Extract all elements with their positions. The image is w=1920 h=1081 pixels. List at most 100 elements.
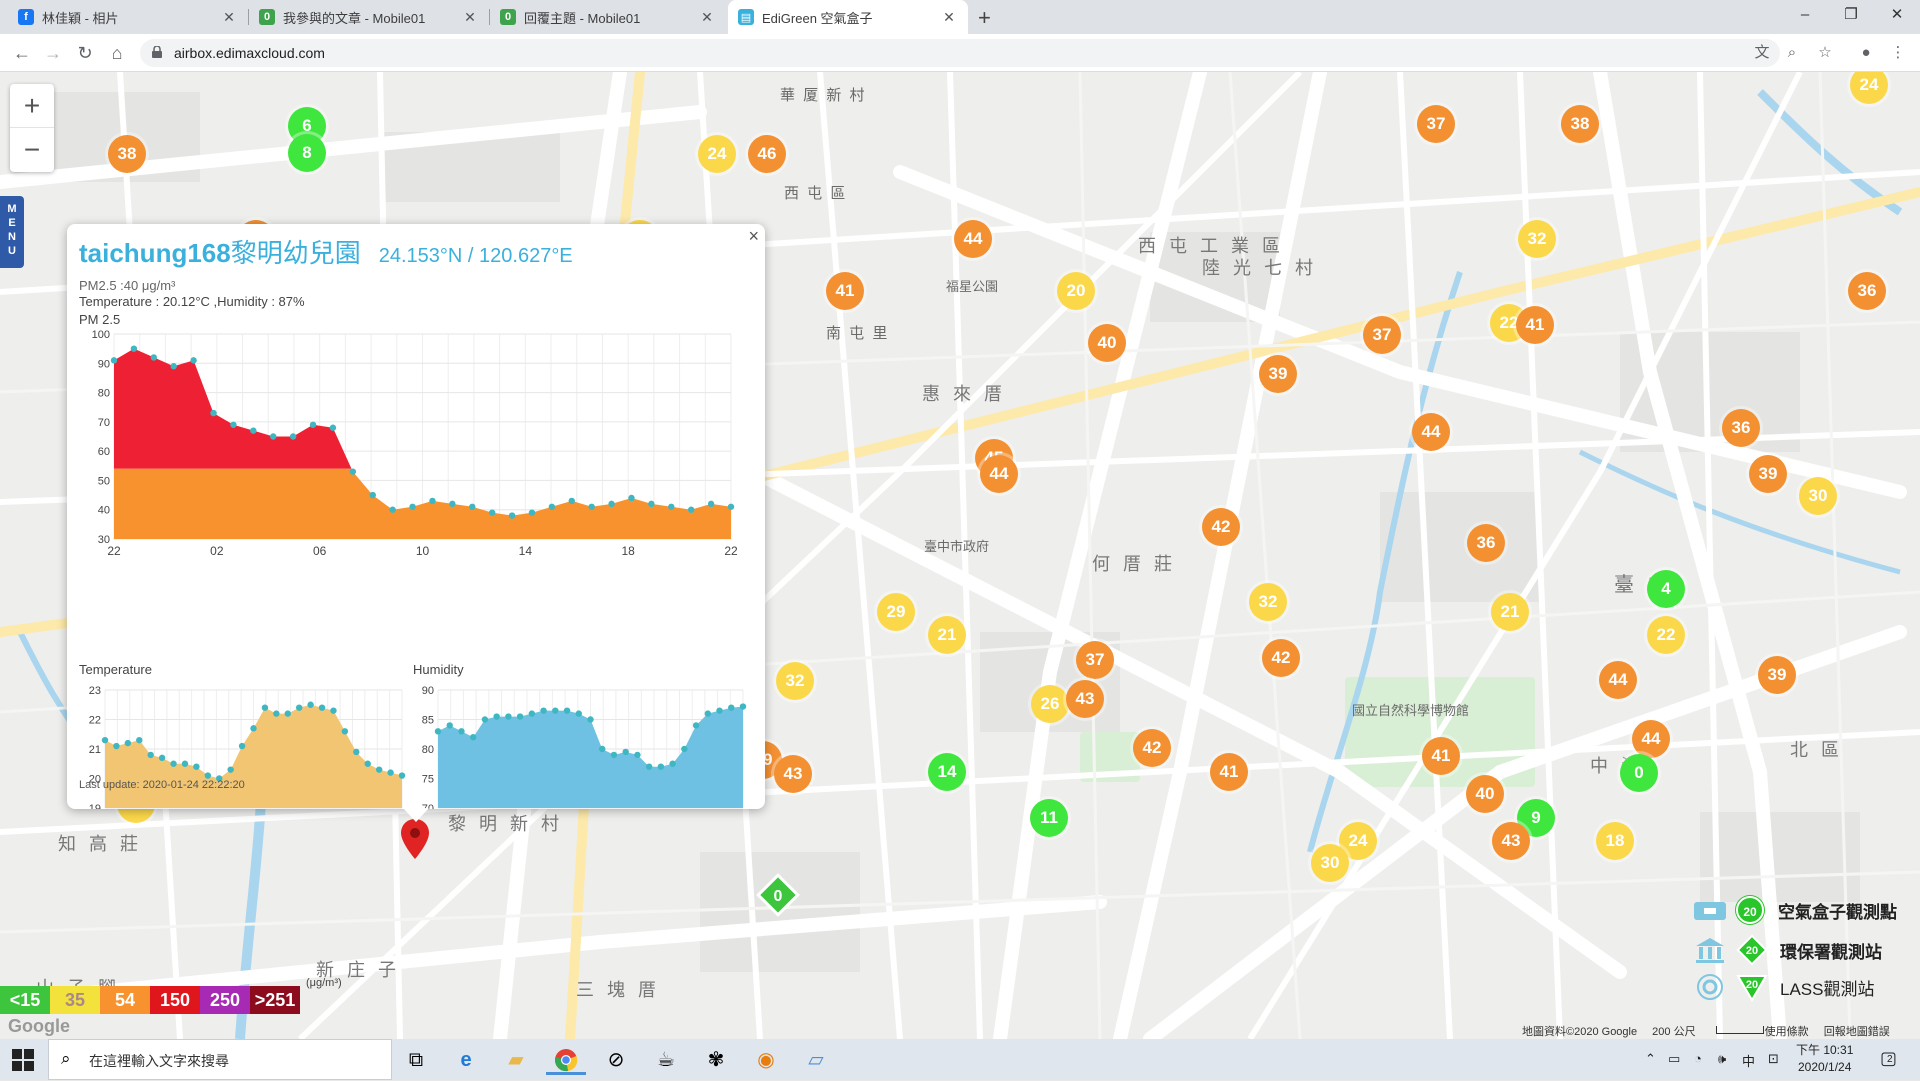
station-marker[interactable]: 42: [1133, 729, 1171, 767]
station-marker[interactable]: 41: [1516, 306, 1554, 344]
task-view-icon[interactable]: ⧉: [396, 1045, 436, 1075]
wifi-icon[interactable]: ◔: [1694, 1051, 1702, 1066]
station-marker[interactable]: 39: [1758, 656, 1796, 694]
tab-facebook[interactable]: f 林佳穎 - 相片 ✕: [8, 0, 248, 34]
battery-icon[interactable]: ▭: [1668, 1051, 1680, 1067]
station-marker[interactable]: 37: [1076, 641, 1114, 679]
station-marker[interactable]: 43: [1492, 822, 1530, 860]
station-marker[interactable]: 44: [1599, 661, 1637, 699]
zoom-out-button[interactable]: −: [10, 128, 54, 172]
minimize-button[interactable]: –: [1782, 2, 1828, 28]
station-marker[interactable]: 42: [1262, 639, 1300, 677]
station-marker[interactable]: 32: [1249, 583, 1287, 621]
close-tab-icon[interactable]: ✕: [220, 9, 238, 26]
close-tab-icon[interactable]: ✕: [461, 9, 479, 26]
tray-chevron-icon[interactable]: ⌃: [1645, 1051, 1656, 1067]
app-icon[interactable]: ☕: [646, 1045, 686, 1075]
system-clock[interactable]: 下午 10:31 2020/1/24: [1796, 1042, 1853, 1076]
zoom-in-button[interactable]: +: [10, 84, 54, 128]
forward-button[interactable]: →: [40, 41, 66, 65]
translate-icon[interactable]: 文: [1752, 43, 1772, 63]
edge-icon[interactable]: e: [446, 1045, 486, 1075]
station-marker[interactable]: 30: [1311, 844, 1349, 882]
station-marker[interactable]: 36: [1722, 409, 1760, 447]
tab-mobile01-reply[interactable]: 0 回覆主題 - Mobile01 ✕: [490, 0, 726, 34]
file-explorer-icon[interactable]: ▰: [496, 1045, 536, 1075]
temperature-point: [295, 704, 303, 711]
station-marker[interactable]: 46: [748, 135, 786, 173]
station-marker[interactable]: 32: [1518, 220, 1556, 258]
station-marker[interactable]: 38: [1561, 105, 1599, 143]
report-error-link[interactable]: 回報地圖錯誤: [1824, 1026, 1890, 1038]
maximize-button[interactable]: ❐: [1828, 2, 1874, 28]
station-marker[interactable]: 37: [1417, 105, 1455, 143]
station-marker[interactable]: 36: [1848, 272, 1886, 310]
station-marker[interactable]: 41: [826, 272, 864, 310]
station-marker[interactable]: 21: [1491, 593, 1529, 631]
notification-icon[interactable]: ▢2: [1880, 1048, 1903, 1069]
station-marker[interactable]: 14: [928, 753, 966, 791]
close-window-button[interactable]: ✕: [1874, 2, 1920, 28]
station-marker[interactable]: 29: [877, 593, 915, 631]
profile-icon[interactable]: ●: [1856, 43, 1876, 63]
home-button[interactable]: ⌂: [104, 41, 130, 65]
station-marker[interactable]: 20: [1057, 272, 1095, 310]
taskbar-search-box[interactable]: ⌕ 在這裡輸入文字來搜尋: [48, 1039, 392, 1080]
reload-button[interactable]: ↻: [72, 41, 98, 65]
scale-bar: [1716, 1026, 1764, 1034]
station-marker[interactable]: 39: [1749, 455, 1787, 493]
close-tab-icon[interactable]: ✕: [698, 9, 716, 26]
station-marker[interactable]: 0: [1620, 754, 1658, 792]
station-marker[interactable]: 26: [1031, 685, 1069, 723]
station-marker[interactable]: 18: [1596, 822, 1634, 860]
more-menu-icon[interactable]: ⋮: [1888, 43, 1908, 63]
station-marker[interactable]: 38: [108, 135, 146, 173]
station-marker[interactable]: 41: [1210, 753, 1248, 791]
station-marker[interactable]: 44: [1412, 413, 1450, 451]
station-marker[interactable]: 24: [698, 135, 736, 173]
station-marker[interactable]: 22: [1647, 616, 1685, 654]
tab-mobile01-articles[interactable]: 0 我參與的文章 - Mobile01 ✕: [249, 0, 489, 34]
station-marker[interactable]: 41: [1422, 737, 1460, 775]
location-pin-icon[interactable]: [401, 819, 429, 859]
map-view[interactable]: 華 厦 新 村 西 屯 區 西 屯 工 業 區 陸 光 七 村 惠 來 厝 何 …: [0, 72, 1920, 1039]
address-bar[interactable]: airbox.edimaxcloud.com: [140, 39, 1780, 67]
diamond-station-marker[interactable]: 0: [755, 872, 801, 918]
chrome-icon[interactable]: [546, 1045, 586, 1075]
app-icon[interactable]: ⊘: [596, 1045, 636, 1075]
app-icon[interactable]: ✾: [696, 1045, 736, 1075]
station-marker[interactable]: 43: [1066, 680, 1104, 718]
station-marker[interactable]: 42: [1202, 508, 1240, 546]
station-marker[interactable]: 39: [1259, 355, 1297, 393]
station-marker[interactable]: 32: [776, 662, 814, 700]
station-marker[interactable]: 40: [1466, 775, 1504, 813]
station-marker[interactable]: 30: [1799, 477, 1837, 515]
new-tab-button[interactable]: +: [978, 5, 991, 31]
x-tick-label: 22: [107, 544, 121, 558]
station-marker[interactable]: 21: [928, 616, 966, 654]
tab-edigreen[interactable]: ▤ EdiGreen 空氣盒子 ✕: [728, 0, 968, 34]
station-marker[interactable]: 8: [288, 134, 326, 172]
input-mode-icon[interactable]: ⊡: [1768, 1051, 1779, 1067]
station-marker[interactable]: 44: [980, 455, 1018, 493]
menu-tab[interactable]: MENU: [0, 196, 24, 268]
station-marker[interactable]: 37: [1363, 316, 1401, 354]
windows-start-icon[interactable]: [12, 1049, 34, 1071]
station-marker[interactable]: 4: [1647, 570, 1685, 608]
station-marker[interactable]: 11: [1030, 799, 1068, 837]
app-icon[interactable]: ▱: [796, 1045, 836, 1075]
station-marker[interactable]: 40: [1088, 324, 1126, 362]
bookmark-star-icon[interactable]: ☆: [1815, 43, 1835, 63]
station-marker[interactable]: 36: [1467, 524, 1505, 562]
station-marker[interactable]: 43: [774, 755, 812, 793]
blender-icon[interactable]: ◉: [746, 1045, 786, 1075]
ime-indicator[interactable]: 中: [1742, 1051, 1755, 1070]
zoom-icon[interactable]: ⌕: [1782, 43, 1802, 63]
station-marker[interactable]: 44: [954, 220, 992, 258]
terms-link[interactable]: 使用條款: [1765, 1026, 1809, 1038]
close-tab-icon[interactable]: ✕: [940, 9, 958, 26]
y-tick-label: 100: [92, 329, 110, 341]
volume-icon[interactable]: 🕪: [1718, 1051, 1726, 1067]
back-button[interactable]: ←: [9, 41, 35, 65]
station-marker[interactable]: 44: [1632, 720, 1670, 758]
